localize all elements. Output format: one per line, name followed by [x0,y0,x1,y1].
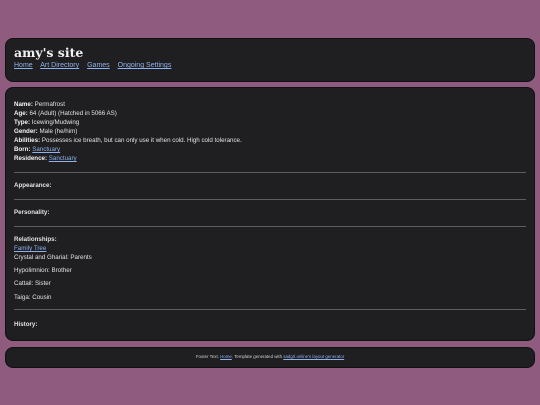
history-heading: History: [14,321,38,328]
footer-home-link[interactable]: Home [220,354,232,359]
name-row: Name: Permafrost [14,101,65,108]
gender-row: Gender: Male (he/him) [14,128,78,135]
nav-home-link[interactable]: Home [14,62,33,69]
footer-panel: Footer Text. Home. Template generated wi… [5,347,535,368]
relationship-cousin: Taiga: Cousin [14,294,52,301]
abilities-value: Possesses ice breath, but can only use i… [41,137,242,144]
header-panel: amy's site Home Art Directory Games Ongo… [5,38,535,82]
age-row: Age: 64 (Adult) (Hatched in 5066 AS) [14,110,117,117]
divider [14,226,526,227]
relationship-sister: Cattail: Sister [14,280,51,287]
residence-row: Residence: Sanctuary [14,155,77,162]
main-panel: Name: Permafrost Age: 64 (Adult) (Hatche… [5,87,535,341]
footer-text: Footer Text. Home. Template generated wi… [195,354,345,359]
nav-bar: Home Art Directory Games Ongoing Setting… [14,62,177,69]
gender-value: Male (he/him) [39,128,78,135]
residence-link[interactable]: Sanctuary [49,155,77,162]
relationship-parents: Crystal and Gharial: Parents [14,254,92,261]
age-value: 64 (Adult) (Hatched in 5066 AS) [29,110,117,117]
born-row: Born: Sanctuary [14,146,61,153]
divider [14,172,526,173]
name-value: Permafrost [34,101,65,108]
divider [14,199,526,200]
site-title: amy's site [14,45,84,60]
nav-ongoing-settings-link[interactable]: Ongoing Settings [118,62,172,69]
born-link[interactable]: Sanctuary [32,146,60,153]
divider [14,309,526,310]
type-value: Icewing/Mudwing [31,119,80,126]
appearance-heading: Appearance: [14,182,52,189]
family-tree-link[interactable]: Family Tree [14,245,46,252]
profile-info: Name: Permafrost Age: 64 (Adult) (Hatche… [14,100,242,163]
type-row: Type: Icewing/Mudwing [14,119,80,126]
relationships-heading: Relationships: [14,236,57,243]
personality-heading: Personality: [14,209,50,216]
abilities-row: Abilities: Possesses ice breath, but can… [14,137,242,144]
relationships-section: Relationships: Family Tree Crystal and G… [14,235,92,262]
footer-generator-link[interactable]: sadgrl.online's layout generator [283,354,344,359]
relationship-brother: Hypolimnion: Brother [14,267,72,274]
nav-games-link[interactable]: Games [87,62,110,69]
nav-art-directory-link[interactable]: Art Directory [40,62,79,69]
